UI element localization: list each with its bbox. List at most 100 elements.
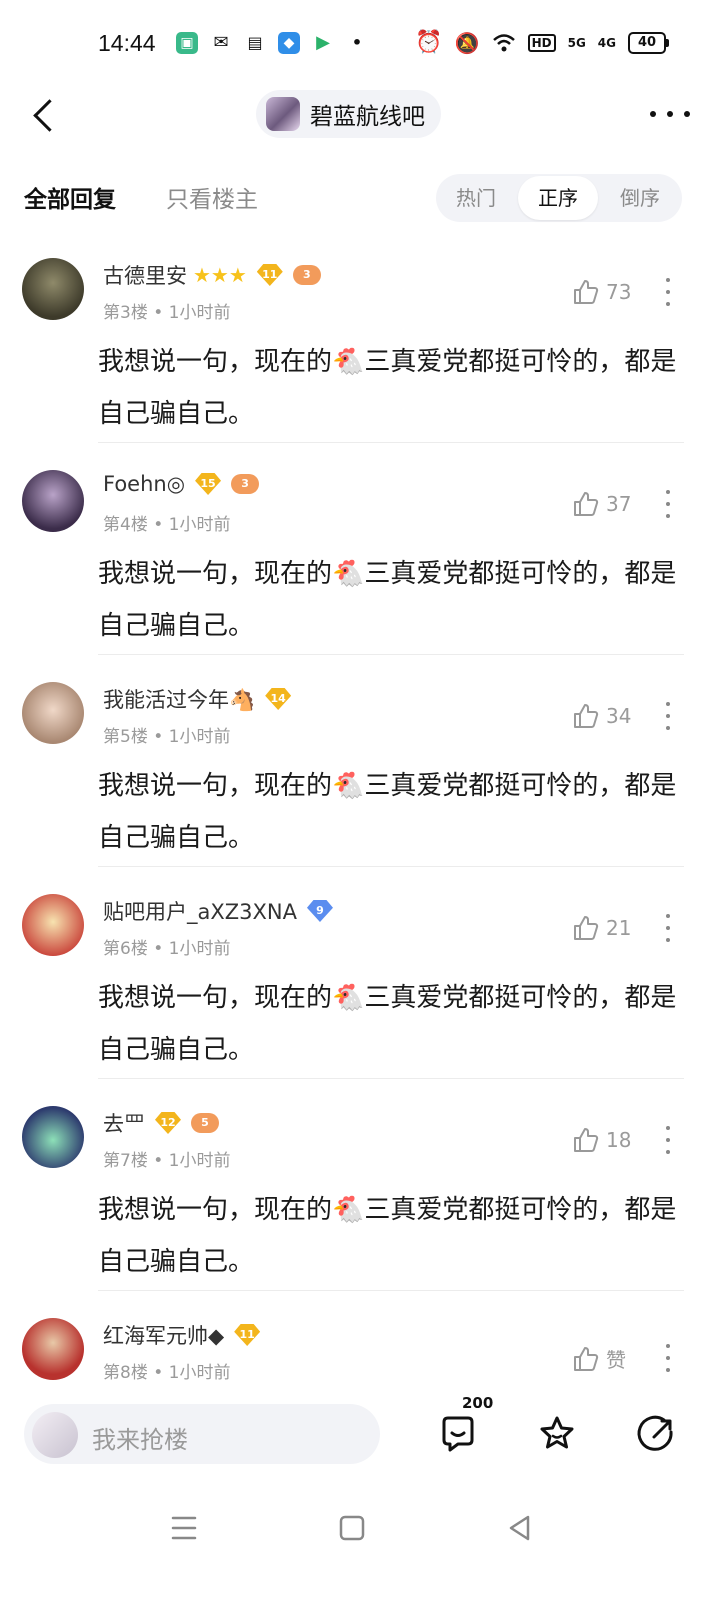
- floor-number: 第3楼: [103, 303, 148, 323]
- reply-more-button[interactable]: [664, 278, 672, 306]
- like-button[interactable]: 21: [572, 914, 631, 942]
- reply-meta: 第6楼 • 1小时前: [103, 934, 231, 959]
- reply-time: 1小时前: [168, 939, 231, 959]
- thumbs-up-icon: [574, 704, 599, 728]
- separator: •: [153, 1363, 164, 1383]
- like-button[interactable]: 赞: [572, 1344, 626, 1373]
- floor-number: 第8楼: [103, 1363, 148, 1383]
- like-count: 73: [606, 280, 632, 304]
- forum-chip[interactable]: 碧蓝航线吧: [256, 90, 441, 138]
- separator: •: [153, 1151, 164, 1171]
- username[interactable]: Foehn◎: [103, 472, 185, 496]
- dot-icon: •: [346, 32, 368, 54]
- like-count: 37: [606, 492, 632, 516]
- forum-avatar: [266, 97, 300, 131]
- reply-item: 红海军元帅◆ 11 第8楼 • 1小时前 赞: [0, 1292, 720, 1388]
- avatar[interactable]: [22, 470, 84, 532]
- battery-icon: 40: [628, 31, 669, 54]
- status-bar: 14:44 ▣ ✉ ▤ ◆ ▶ • ⏰ 🔕 HD 5G 4G 40: [0, 0, 720, 88]
- share-icon: [637, 1415, 673, 1451]
- sort-hot-button[interactable]: 热门: [436, 182, 516, 214]
- floor-number: 第6楼: [103, 939, 148, 959]
- comment-count: 200: [462, 1394, 494, 1412]
- menu-button[interactable]: [162, 1506, 206, 1550]
- avatar[interactable]: [22, 894, 84, 956]
- reply-time: 1小时前: [168, 1363, 231, 1383]
- notification-icons: ▣ ✉ ▤ ◆ ▶ •: [176, 32, 368, 54]
- favorite-button[interactable]: [535, 1412, 579, 1456]
- like-button[interactable]: 18: [572, 1126, 631, 1154]
- username[interactable]: 古德里安: [103, 260, 187, 290]
- level-badge: 11: [256, 264, 283, 286]
- thumbs-up-icon: [574, 280, 599, 304]
- thumbs-up-icon: [574, 492, 599, 516]
- thumbs-up-icon: [574, 916, 599, 940]
- sort-desc-button[interactable]: 倒序: [600, 182, 680, 214]
- thumbs-up-icon: [574, 1346, 599, 1371]
- game-badge: 5: [191, 1113, 219, 1133]
- reply-meta: 第7楼 • 1小时前: [103, 1146, 231, 1171]
- divider: [98, 866, 684, 867]
- username-row: Foehn◎ 15 3: [103, 472, 260, 496]
- hd-badge: HD: [527, 33, 556, 52]
- reply-tabs: 全部回复 只看楼主 热门 正序 倒序: [0, 170, 720, 226]
- reply-more-button[interactable]: [664, 490, 672, 518]
- reply-content: 我想说一句，现在的🐔三真爱党都挺可怜的，都是自己骗自己。: [98, 347, 677, 429]
- more-options-button[interactable]: [650, 104, 690, 124]
- level-badge: 11: [234, 1324, 261, 1346]
- reply-content: 我想说一句，现在的🐔三真爱党都挺可怜的，都是自己骗自己。: [98, 1195, 677, 1277]
- reply-more-button[interactable]: [664, 1126, 672, 1154]
- home-icon: [339, 1515, 365, 1541]
- reply-item: 去罒 12 5 第7楼 • 1小时前 18 我想说一句，现在的🐔三真爱党都挺可怜…: [0, 1080, 720, 1292]
- mute-icon: 🔕: [454, 30, 480, 55]
- divider: [98, 654, 684, 655]
- share-button[interactable]: [634, 1412, 678, 1456]
- username[interactable]: 红海军元帅◆: [103, 1320, 224, 1350]
- reply-item: 我能活过今年🐴 14 第5楼 • 1小时前 34 我想说一句，现在的🐔三真爱党都…: [0, 656, 720, 868]
- sort-asc-button[interactable]: 正序: [518, 176, 598, 220]
- nav-back-button[interactable]: [498, 1506, 542, 1550]
- floor-number: 第4楼: [103, 515, 148, 535]
- reply-meta: 第4楼 • 1小时前: [103, 510, 231, 535]
- reply-more-button[interactable]: [664, 914, 672, 942]
- system-nav-bar: [0, 1484, 720, 1600]
- avatar[interactable]: [22, 258, 84, 320]
- divider: [98, 442, 684, 443]
- reply-item: 古德里安 ★★★ 11 3 第3楼 • 1小时前 73 我想说一句，现在的🐔三真…: [0, 232, 720, 444]
- username[interactable]: 我能活过今年🐴: [103, 684, 255, 714]
- tab-all-replies[interactable]: 全部回复: [24, 180, 116, 214]
- video-icon: ▶: [312, 32, 334, 54]
- tab-owner-only[interactable]: 只看楼主: [166, 180, 258, 214]
- thumbs-up-icon: [574, 1128, 599, 1152]
- avatar[interactable]: [22, 682, 84, 744]
- like-count: 21: [606, 916, 632, 940]
- like-button[interactable]: 37: [572, 490, 631, 518]
- star-icon: ★★★: [193, 263, 247, 287]
- reply-meta: 第8楼 • 1小时前: [103, 1358, 231, 1383]
- like-button[interactable]: 73: [572, 278, 631, 306]
- avatar[interactable]: [22, 1318, 84, 1380]
- reply-input[interactable]: 我来抢楼: [24, 1404, 380, 1464]
- level-badge: 9: [306, 900, 333, 922]
- separator: •: [153, 303, 164, 323]
- reply-time: 1小时前: [168, 515, 231, 535]
- reply-placeholder: 我来抢楼: [92, 1426, 188, 1454]
- username-row: 红海军元帅◆ 11: [103, 1320, 261, 1350]
- like-count: 18: [606, 1128, 632, 1152]
- reply-time: 1小时前: [168, 1151, 231, 1171]
- reply-more-button[interactable]: [664, 702, 672, 730]
- reply-content: 我想说一句，现在的🐔三真爱党都挺可怜的，都是自己骗自己。: [98, 983, 677, 1065]
- star-icon: [540, 1416, 574, 1449]
- separator: •: [153, 515, 164, 535]
- username[interactable]: 去罒: [103, 1108, 145, 1138]
- divider: [98, 1290, 684, 1291]
- back-button[interactable]: [24, 94, 64, 138]
- like-button[interactable]: 34: [572, 702, 631, 730]
- reply-more-button[interactable]: [664, 1344, 672, 1372]
- username-row: 古德里安 ★★★ 11 3: [103, 260, 321, 290]
- avatar[interactable]: [22, 1106, 84, 1168]
- dot-icon: [650, 111, 656, 117]
- home-button[interactable]: [330, 1506, 374, 1550]
- comment-button[interactable]: [436, 1412, 480, 1456]
- username[interactable]: 贴吧用户_aXZ3XNA: [103, 896, 297, 926]
